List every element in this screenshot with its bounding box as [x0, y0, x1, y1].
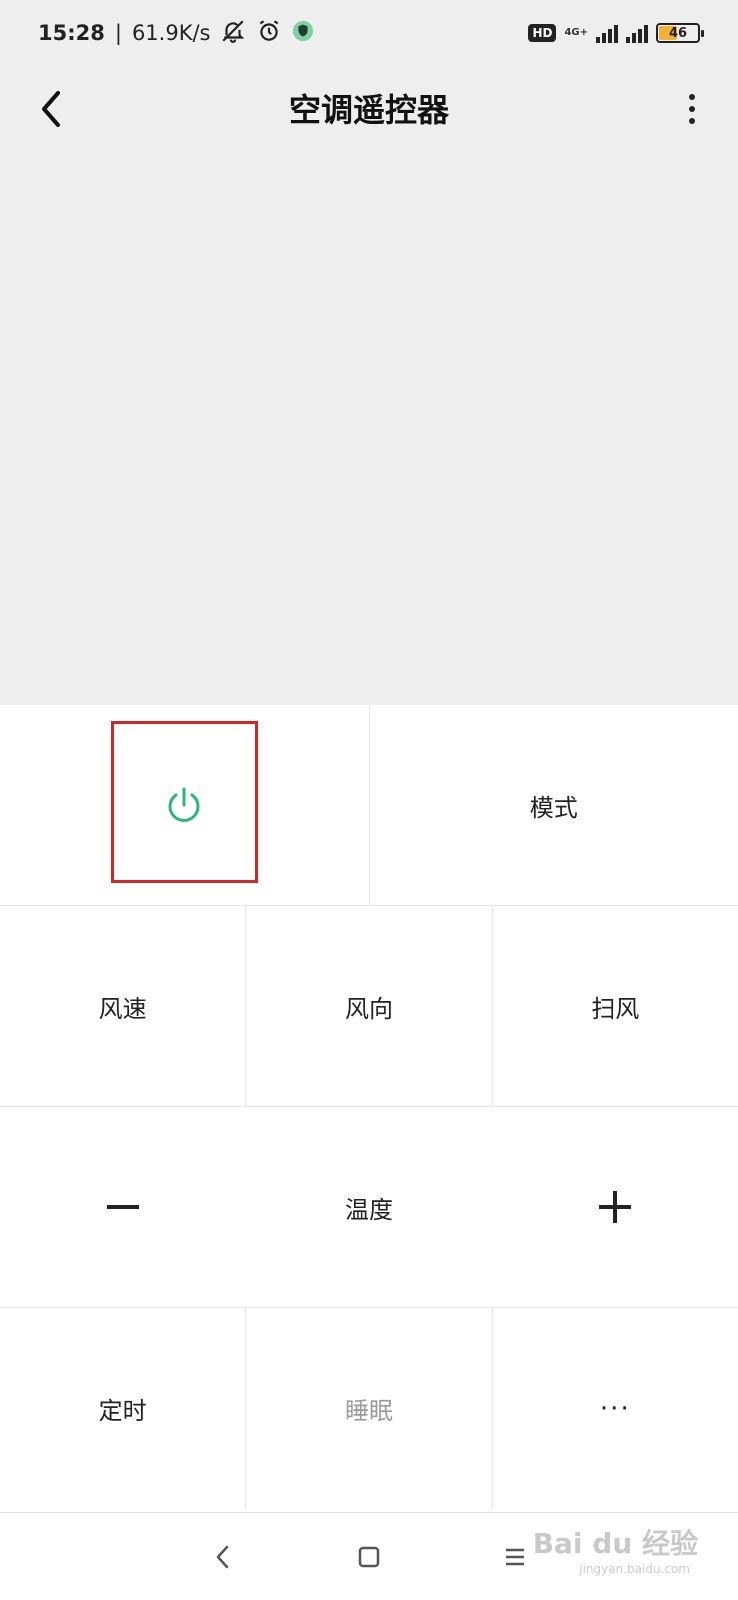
- nav-recents-button[interactable]: [493, 1535, 537, 1579]
- status-left: 15:28 | 61.9K/s: [38, 18, 314, 49]
- battery-level: 46: [668, 25, 688, 41]
- status-bar: 15:28 | 61.9K/s HD 4G+ 46: [0, 0, 738, 66]
- net-speed: 61.9K/s: [131, 21, 211, 45]
- signal-1-icon: [596, 23, 618, 43]
- temperature-label: 温度: [345, 1195, 393, 1224]
- alarm-icon: [256, 18, 282, 49]
- minus-icon: [107, 1205, 139, 1209]
- bell-muted-icon: [220, 18, 246, 49]
- row-power-mode: 模式: [0, 705, 738, 906]
- power-button[interactable]: [0, 705, 370, 905]
- fan-speed-button[interactable]: 风速: [0, 906, 247, 1106]
- nav-back-button[interactable]: [201, 1535, 245, 1579]
- page-title: 空调遥控器: [288, 91, 449, 129]
- row-extra: 定时 睡眠 ···: [0, 1308, 738, 1509]
- row-fan: 风速 风向 扫风: [0, 906, 738, 1107]
- swing-label: 扫风: [591, 994, 640, 1023]
- plus-icon: [599, 1191, 631, 1223]
- nav-home-icon: [358, 1546, 380, 1567]
- nav-back-icon: [216, 1545, 229, 1568]
- power-highlight-box: [111, 721, 258, 883]
- hd-badge: HD: [528, 24, 557, 42]
- mode-label: 模式: [529, 793, 578, 822]
- more-button[interactable]: ···: [493, 1308, 738, 1509]
- nav-home-button[interactable]: [347, 1535, 391, 1579]
- mode-button[interactable]: 模式: [370, 705, 738, 905]
- fan-direction-label: 风向: [344, 994, 393, 1023]
- timer-button[interactable]: 定时: [0, 1308, 247, 1509]
- row-temperature: 温度: [0, 1107, 738, 1308]
- more-vertical-icon: [689, 94, 695, 124]
- network-type: 4G+: [564, 27, 588, 38]
- shield-icon: [292, 20, 314, 47]
- temperature-label-cell: 温度: [246, 1107, 492, 1307]
- timer-label: 定时: [98, 1397, 147, 1425]
- more-label: ···: [599, 1393, 631, 1424]
- signal-2-icon: [626, 23, 648, 43]
- fan-speed-label: 风速: [98, 994, 147, 1023]
- sleep-label: 睡眠: [344, 1397, 393, 1425]
- status-separator: |: [114, 21, 122, 45]
- fan-direction-button[interactable]: 风向: [246, 906, 493, 1106]
- swing-button[interactable]: 扫风: [493, 906, 738, 1106]
- back-button[interactable]: [26, 84, 76, 134]
- remote-control-grid: 模式 风速 风向 扫风 温度 定时 睡眠 ···: [0, 705, 738, 1509]
- nav-menu-icon: [506, 1548, 524, 1565]
- sleep-button[interactable]: 睡眠: [246, 1308, 493, 1509]
- status-right: HD 4G+ 46: [528, 23, 704, 43]
- watermark-sub: jingyan.baidu.com: [579, 1562, 690, 1576]
- battery-icon: 46: [656, 23, 704, 43]
- status-time: 15:28: [38, 21, 105, 45]
- title-bar: 空调遥控器: [0, 66, 738, 150]
- temperature-down-button[interactable]: [0, 1107, 246, 1307]
- watermark: Bai du 经验: [532, 1527, 698, 1560]
- chevron-left-icon: [42, 91, 60, 127]
- temperature-up-button[interactable]: [492, 1107, 738, 1307]
- more-options-button[interactable]: [672, 84, 712, 134]
